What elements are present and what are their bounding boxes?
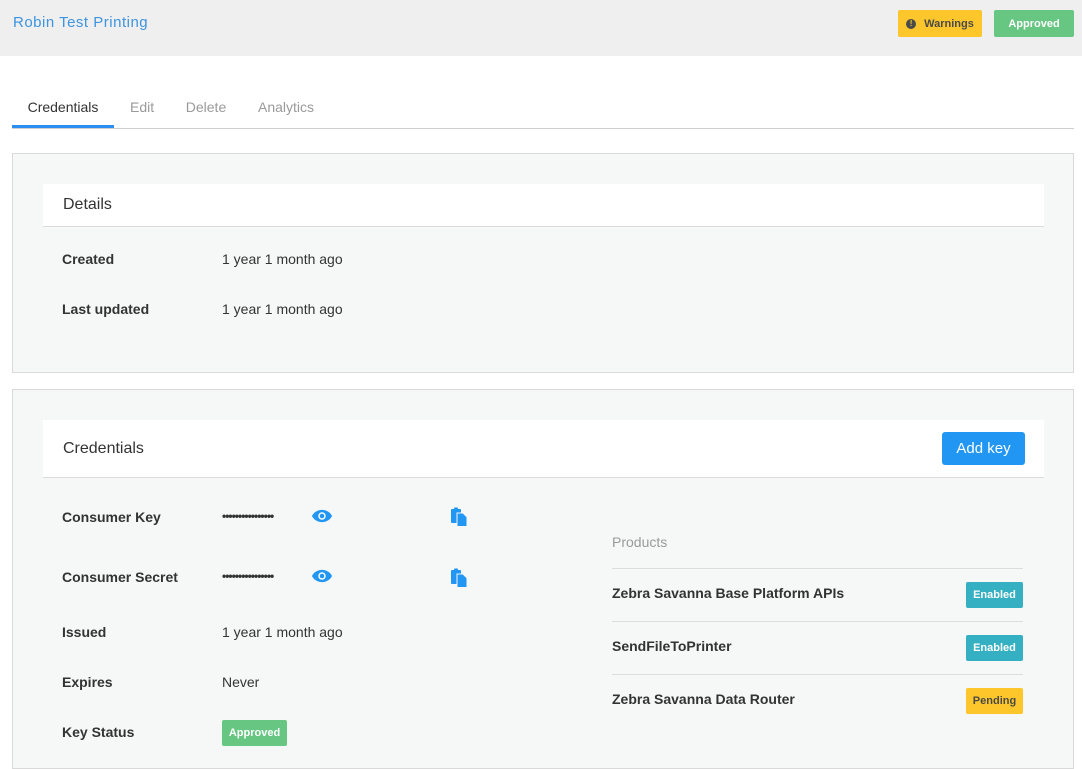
product-row: Zebra Savanna Base Platform APIs Enabled — [612, 568, 1023, 621]
consumer-key-label: Consumer Key — [62, 509, 161, 525]
details-panel: Details Created 1 year 1 month ago Last … — [12, 153, 1074, 373]
last-updated-label: Last updated — [62, 301, 150, 317]
copy-clipboard-icon[interactable] — [450, 507, 468, 527]
consumer-key-masked: •••••••••••••••• — [222, 509, 274, 523]
eye-icon[interactable] — [311, 509, 333, 523]
eye-icon[interactable] — [311, 569, 333, 583]
top-bar: Robin Test Printing ! Warnings Approved — [0, 0, 1082, 56]
app-title[interactable]: Robin Test Printing — [13, 14, 148, 31]
created-value: 1 year 1 month ago — [222, 251, 343, 267]
credentials-panel: Credentials Add key Consumer Key •••••••… — [12, 389, 1074, 769]
credentials-title: Credentials — [63, 440, 144, 457]
product-name: Zebra Savanna Data Router — [612, 691, 795, 707]
created-label: Created — [62, 251, 115, 267]
copy-clipboard-icon[interactable] — [450, 568, 468, 588]
product-status-badge: Pending — [966, 688, 1023, 714]
consumer-secret-masked: •••••••••••••••• — [222, 569, 274, 583]
product-status-badge: Enabled — [966, 582, 1023, 608]
issued-value: 1 year 1 month ago — [222, 624, 343, 640]
product-row: Zebra Savanna Data Router Pending — [612, 674, 1023, 727]
key-status-badge: Approved — [222, 720, 287, 746]
details-title: Details — [63, 196, 112, 213]
details-header: Details — [43, 184, 1044, 227]
product-row: SendFileToPrinter Enabled — [612, 621, 1023, 674]
key-status-label: Key Status — [62, 724, 135, 740]
warnings-badge[interactable]: ! Warnings — [898, 10, 982, 37]
issued-label: Issued — [62, 624, 107, 640]
product-name: Zebra Savanna Base Platform APIs — [612, 585, 845, 601]
approved-status-badge: Approved — [994, 10, 1074, 37]
products-title: Products — [612, 534, 668, 550]
add-key-button[interactable]: Add key — [942, 432, 1025, 465]
consumer-secret-label: Consumer Secret — [62, 569, 178, 585]
tab-analytics[interactable]: Analytics — [257, 90, 315, 128]
last-updated-value: 1 year 1 month ago — [222, 301, 343, 317]
product-status-badge: Enabled — [966, 635, 1023, 661]
exclamation-circle-icon: ! — [906, 18, 917, 29]
tab-edit[interactable]: Edit — [130, 90, 154, 128]
credentials-header: Credentials Add key — [43, 420, 1044, 478]
expires-label: Expires — [62, 674, 113, 690]
warnings-label: Warnings — [924, 17, 974, 30]
product-name: SendFileToPrinter — [612, 638, 732, 654]
tab-delete[interactable]: Delete — [185, 90, 227, 128]
tab-credentials[interactable]: Credentials — [12, 90, 114, 128]
expires-value: Never — [222, 674, 260, 690]
tab-bar: Credentials Edit Delete Analytics — [12, 90, 1074, 129]
